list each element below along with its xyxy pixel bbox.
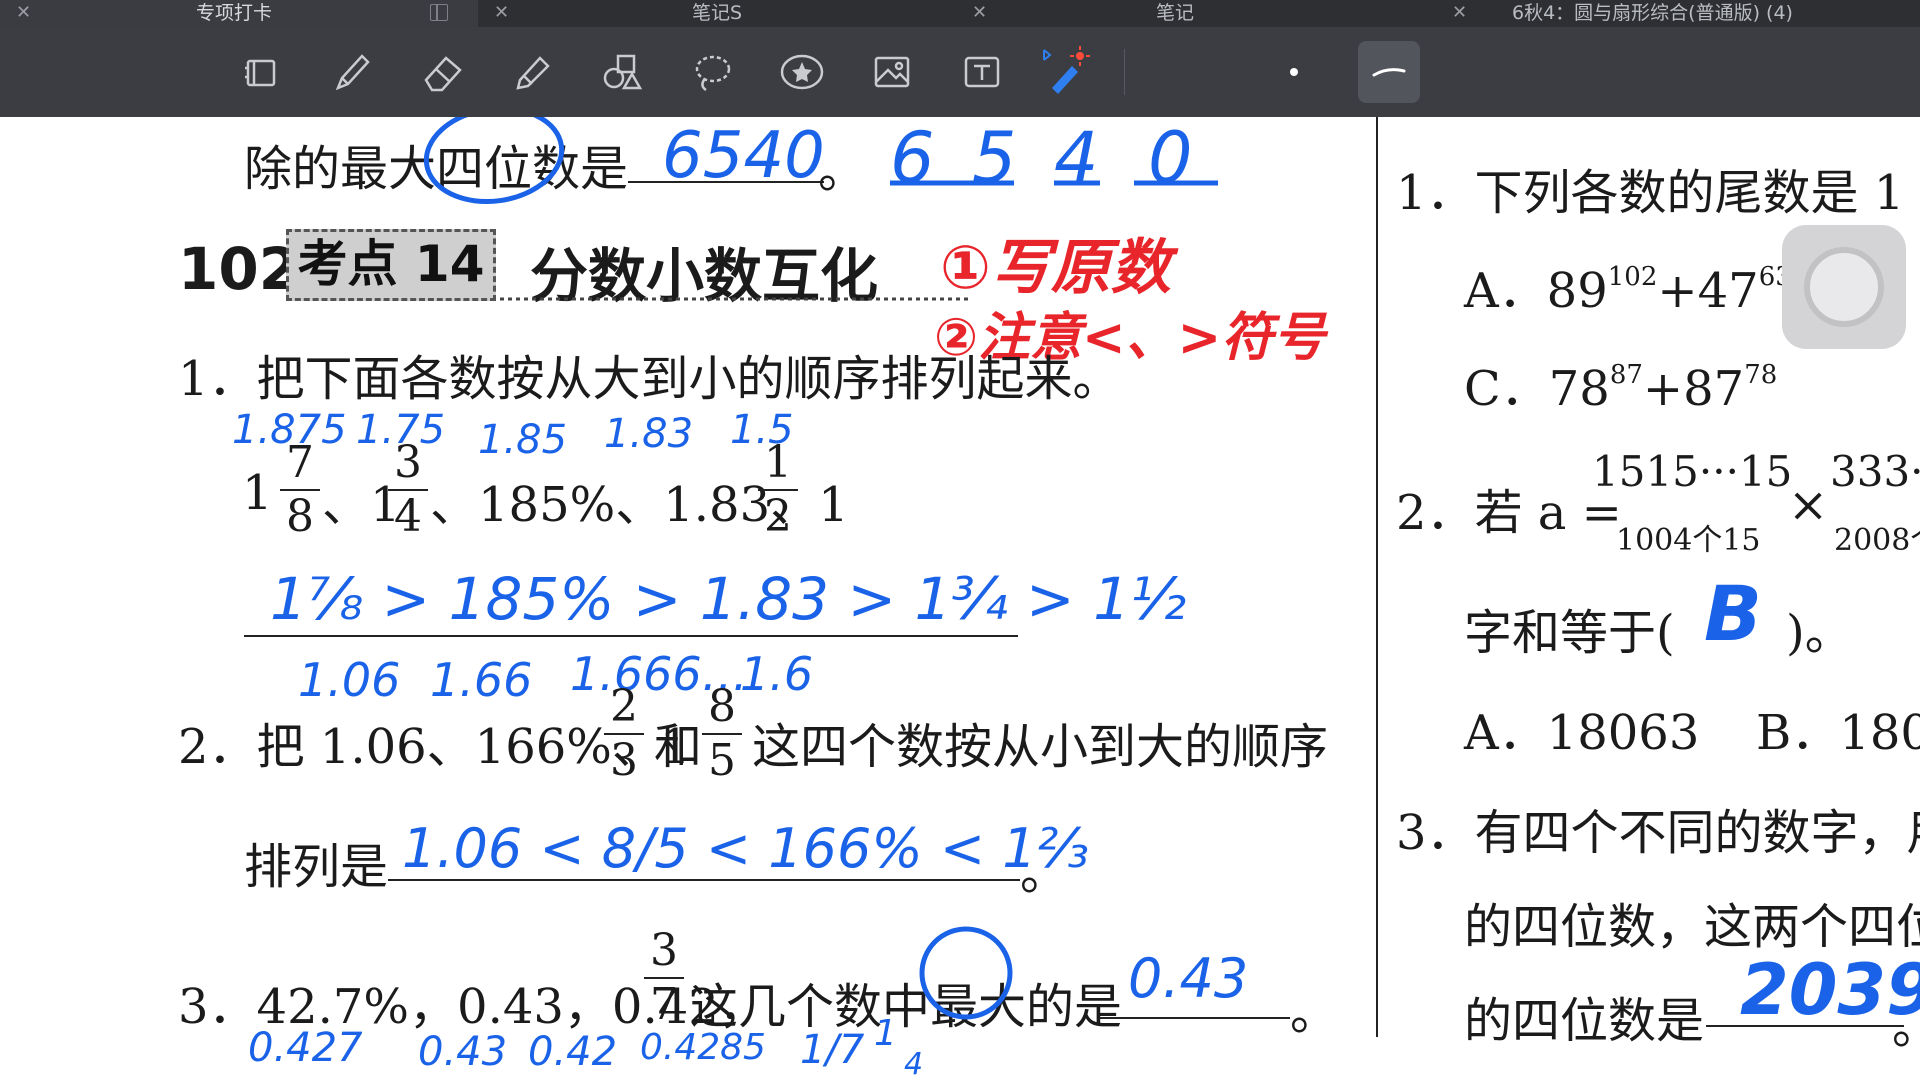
- handwritten-note: 0.43: [418, 1029, 508, 1075]
- handwritten-digit: 6: [890, 117, 935, 199]
- right-q2-option-b: B．1807: [1756, 705, 1920, 761]
- question-2-blank: [388, 879, 1020, 881]
- handwritten-decimal: 1.85: [478, 417, 568, 463]
- right-q1-option-a: A．89102+4763: [1464, 262, 1792, 319]
- tab-biji-s[interactable]: ✕ 笔记S: [478, 0, 956, 27]
- tab-bar: ✕ 专项打卡 ✕ 笔记S ✕ 笔记 ✕ 6秋4：圆与扇形综合(普通版) (4): [0, 0, 1920, 27]
- handwritten-note: 0.42: [528, 1029, 618, 1075]
- right-q1-option-c: C．7887+8778: [1464, 360, 1778, 417]
- right-q2-number2: 333·: [1830, 447, 1920, 496]
- right-q2-times: ×: [1788, 477, 1829, 533]
- right-q2-brace2: 2008个: [1834, 523, 1920, 558]
- question-1-text: 1．把下面各数按从大到小的顺序排列起来。: [178, 351, 1121, 407]
- right-q2-brace1: 1004个15: [1616, 523, 1761, 558]
- handwritten-answer-q2: 1.06 < 8/5 < 166% < 1⅔: [402, 817, 1089, 880]
- right-question-3-line3: 的四位数是: [1464, 993, 1705, 1049]
- toolbar-separator: [1124, 49, 1125, 95]
- handwritten-note: 1: [874, 1013, 897, 1054]
- handwritten-answer-q1: 1⅞ > 185% > 1.83 > 1¾ > 1½: [270, 565, 1187, 633]
- right-question-2-text: 2．若 a =: [1396, 485, 1622, 541]
- pen-icon[interactable]: [324, 44, 380, 100]
- handwritten-digit: 4: [1054, 117, 1099, 199]
- question-2-rest: 这四个数按从小到大的顺序: [752, 719, 1329, 775]
- fraction-8-5: 85: [702, 683, 742, 785]
- mixed-whole: 1: [242, 465, 273, 521]
- shapes-icon[interactable]: [594, 44, 650, 100]
- handwritten-note-red: ①写原数: [940, 233, 1171, 303]
- right-question-3-blank: [1706, 1025, 1904, 1027]
- sidebar-toggle-icon[interactable]: [430, 4, 448, 21]
- section-badge: 考点 14: [286, 229, 496, 301]
- right-question-3-text: 3．有四个不同的数字，用: [1396, 805, 1920, 861]
- close-icon[interactable]: ✕: [972, 0, 987, 26]
- handwritten-answer-top: 6540: [662, 119, 825, 193]
- handwritten-digit: 0: [1148, 117, 1193, 199]
- question-2-line2: 排列是: [244, 839, 389, 895]
- handwritten-decimal: 1.83: [604, 411, 694, 457]
- handwritten-digit: 5: [972, 117, 1017, 199]
- handwritten-note: 0.4285: [640, 1027, 766, 1068]
- tab-zhuanxiang[interactable]: ✕ 专项打卡: [0, 0, 478, 27]
- highlighter-icon[interactable]: [504, 44, 560, 100]
- lasso-icon[interactable]: [684, 44, 740, 100]
- question-1-blank: [244, 635, 1018, 637]
- handwritten-decimal: 1.6: [740, 647, 814, 701]
- sticker-icon[interactable]: [774, 44, 830, 100]
- fraction-3-4: 34: [388, 439, 428, 541]
- top-line-text: 除的最大四位数是: [244, 141, 629, 197]
- handwritten-note: 0.427: [248, 1025, 363, 1071]
- fraction-7-8: 78: [280, 439, 320, 541]
- top-line-end: 。: [818, 143, 867, 199]
- section-title: 分数小数互化: [530, 242, 879, 310]
- handwritten-decimal: 1.06: [298, 653, 401, 707]
- close-icon[interactable]: ✕: [494, 0, 509, 26]
- tab-circle-sector[interactable]: ✕ 6秋4：圆与扇形综合(普通版) (4): [1436, 0, 1920, 27]
- close-icon[interactable]: ✕: [16, 0, 31, 26]
- pages-icon[interactable]: [234, 44, 290, 100]
- right-q2-option-a: A．18063: [1464, 705, 1700, 761]
- right-question-1-text: 1．下列各数的尾数是 1 的: [1396, 165, 1920, 221]
- handwritten-answer-q3: 0.43: [1128, 947, 1249, 1010]
- right-q2-number1: 1515···15: [1592, 447, 1793, 496]
- handwritten-answer-right-q2: B: [1704, 569, 1762, 658]
- right-question-3-line2: 的四位数，这两个四位: [1464, 899, 1920, 955]
- text-icon[interactable]: [954, 44, 1010, 100]
- right-question-2-line2-end: )。: [1786, 605, 1853, 661]
- bluetooth-pen-icon[interactable]: [1036, 44, 1092, 100]
- close-icon[interactable]: ✕: [1452, 0, 1467, 26]
- eraser-icon[interactable]: [414, 44, 470, 100]
- right-question-2-line2: 字和等于(: [1464, 605, 1675, 661]
- notebook-page[interactable]: 除的最大四位数是 。 6540 6 5 4 0 102. 考点 14 分数小数互…: [0, 117, 1920, 1080]
- fraction-2-3: 23: [604, 683, 644, 785]
- question-3-blank: [1100, 1017, 1290, 1019]
- handwritten-decimal: 1.66: [430, 653, 533, 707]
- question-2-end: 。: [1020, 845, 1069, 901]
- question-3-end: 。: [1290, 985, 1339, 1041]
- fraction-1-2: 12: [758, 439, 798, 541]
- drawing-toolbar: [0, 27, 1920, 117]
- fraction-3-7: 37: [644, 927, 684, 1029]
- image-icon[interactable]: [864, 44, 920, 100]
- tab-biji[interactable]: ✕ 笔记: [956, 0, 1436, 27]
- stroke-style-icon[interactable]: [1358, 41, 1420, 103]
- handwritten-note: 4: [904, 1047, 924, 1080]
- dot-size-icon[interactable]: [1266, 44, 1322, 100]
- handwritten-note: 1/7: [800, 1027, 865, 1073]
- question-2-and: 和: [654, 719, 703, 775]
- right-question-3-end: 。: [1892, 987, 1920, 1057]
- column-divider: [1376, 117, 1378, 1037]
- assistive-touch-button[interactable]: [1782, 225, 1906, 349]
